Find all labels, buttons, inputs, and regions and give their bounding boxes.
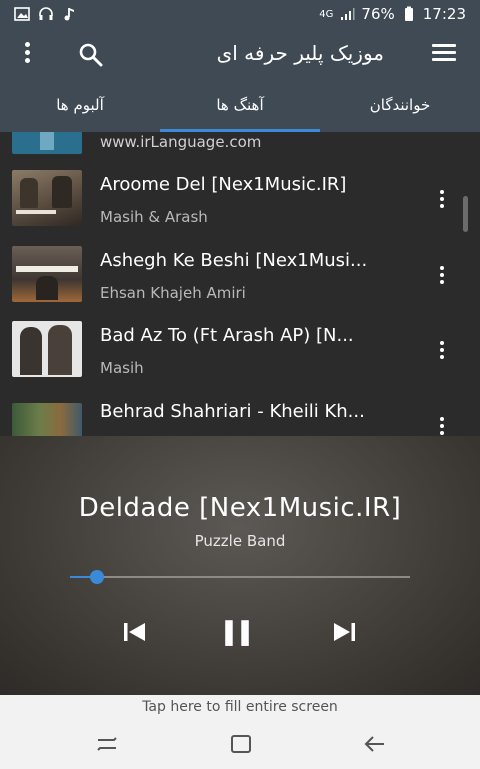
hamburger-menu-icon[interactable] <box>432 44 456 62</box>
song-subtitle: Masih <box>100 359 144 377</box>
album-art <box>12 403 82 436</box>
now-playing-panel[interactable]: Deldade [Nex1Music.IR] Puzzle Band <box>0 436 480 695</box>
song-list[interactable]: www.irLanguage.com Aroome Del [Nex1Music… <box>0 132 480 436</box>
status-left <box>14 6 78 22</box>
battery-icon <box>404 6 413 21</box>
app-header: موزیک پلیر حرفه ای <box>0 28 480 82</box>
pause-icon[interactable] <box>222 618 252 646</box>
network-type: 4G <box>319 8 334 20</box>
list-item[interactable]: Ashegh Ke Beshi [Nex1Musi... Ehsan Khaje… <box>0 246 480 321</box>
back-icon[interactable] <box>362 733 388 755</box>
song-title: Bad Az To (Ft Arash AP) [N... <box>100 325 354 346</box>
list-item[interactable]: Behrad Shahriari - Kheili Kh... <box>0 397 480 436</box>
overflow-menu-icon[interactable] <box>22 42 32 66</box>
list-item[interactable]: Aroome Del [Nex1Music.IR] Masih & Arash <box>0 170 480 245</box>
previous-icon[interactable] <box>120 620 148 644</box>
scrollbar[interactable] <box>463 196 468 232</box>
app-title: موزیک پلیر حرفه ای <box>216 41 384 65</box>
seek-thumb[interactable] <box>90 570 105 584</box>
list-item[interactable]: Bad Az To (Ft Arash AP) [N... Masih <box>0 321 480 396</box>
tab-artists[interactable]: خوانندگان <box>320 82 480 132</box>
tab-songs[interactable]: آهنگ ها <box>160 82 320 132</box>
image-icon <box>14 7 30 21</box>
album-art <box>12 246 82 302</box>
tab-bar: آلبوم ها آهنگ ها خوانندگان <box>0 82 480 132</box>
song-subtitle: www.irLanguage.com <box>100 133 262 151</box>
album-art <box>12 170 82 226</box>
more-options-icon[interactable] <box>438 341 446 361</box>
battery-percent: 76% <box>361 5 395 23</box>
song-title: Behrad Shahriari - Kheili Kh... <box>100 401 365 422</box>
headphones-icon <box>39 7 53 20</box>
song-subtitle: Ehsan Khajeh Amiri <box>100 284 246 302</box>
now-playing-title: Deldade [Nex1Music.IR] <box>78 493 402 523</box>
clock: 17:23 <box>422 5 466 23</box>
search-icon[interactable] <box>78 42 104 68</box>
fill-screen-banner[interactable]: Tap here to fill entire screen <box>0 695 480 719</box>
song-title: Aroome Del [Nex1Music.IR] <box>100 174 347 195</box>
status-bar: 4G 76% 17:23 <box>0 0 480 28</box>
album-art <box>12 321 82 377</box>
home-icon[interactable] <box>228 733 254 755</box>
navigation-bar <box>0 719 480 769</box>
tab-albums[interactable]: آلبوم ها <box>0 82 160 132</box>
album-art <box>12 132 82 154</box>
song-subtitle: Masih & Arash <box>100 208 208 226</box>
next-icon[interactable] <box>331 620 359 644</box>
more-options-icon[interactable] <box>438 417 446 436</box>
now-playing-artist: Puzzle Band <box>194 532 286 550</box>
signal-icon <box>341 8 355 20</box>
status-right: 4G 76% 17:23 <box>319 5 466 23</box>
recent-apps-icon[interactable] <box>94 733 120 755</box>
song-title: Ashegh Ke Beshi [Nex1Musi... <box>100 250 368 271</box>
seek-bar[interactable] <box>70 570 410 584</box>
more-options-icon[interactable] <box>438 190 446 210</box>
music-note-icon <box>64 8 74 21</box>
more-options-icon[interactable] <box>438 266 446 286</box>
